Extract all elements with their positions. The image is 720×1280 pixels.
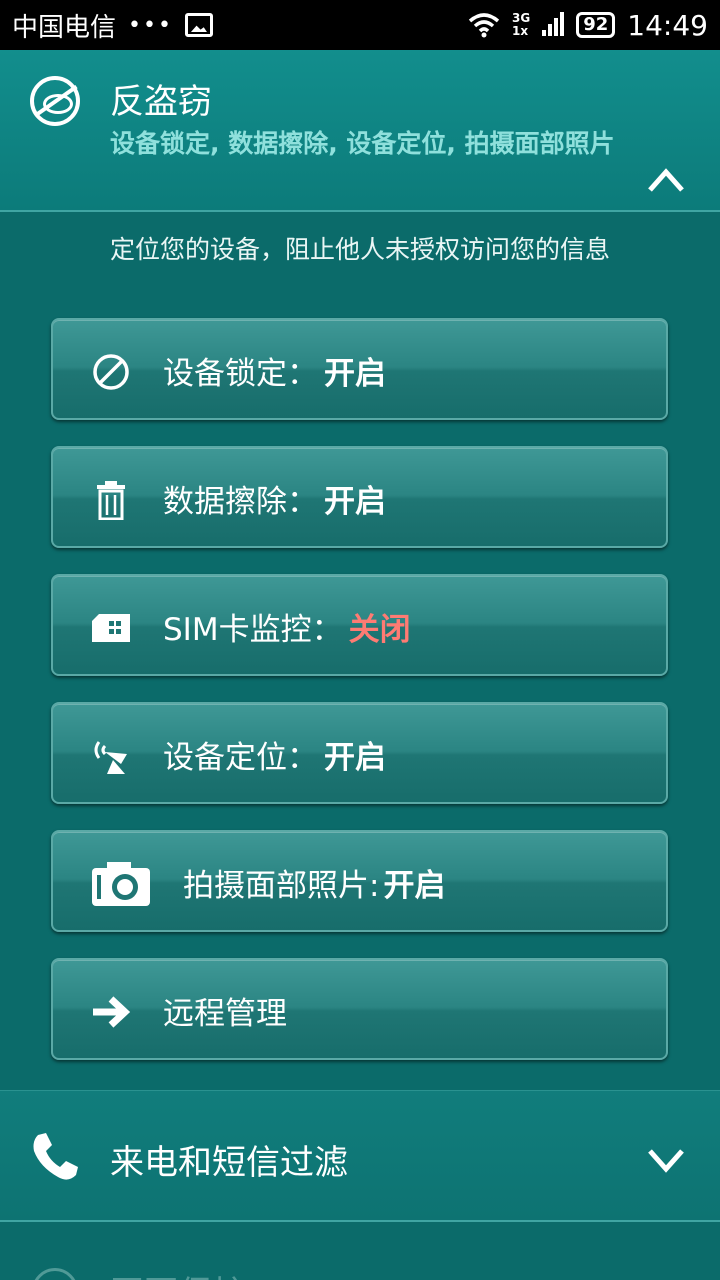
phone-icon xyxy=(33,1133,78,1180)
clock: 14:49 xyxy=(627,8,708,42)
sim-monitor-text: SIM卡监控： 关闭 xyxy=(163,604,411,649)
trash-icon xyxy=(89,478,133,522)
sim-card-icon xyxy=(89,606,133,650)
remote-management-button[interactable]: 远程管理 xyxy=(51,958,668,1060)
anti-theft-header[interactable]: 反盗窃 设备锁定, 数据擦除, 设备定位, 拍摄面部照片 xyxy=(0,50,720,212)
call-sms-filter-title: 来电和短信过滤 xyxy=(110,1143,348,1183)
chevron-down-icon[interactable] xyxy=(648,1141,684,1177)
battery-indicator: 92 xyxy=(576,12,616,38)
anti-theft-description: 定位您的设备，阻止他人未授权访问您的信息 xyxy=(109,235,610,264)
sim-monitor-button[interactable]: SIM卡监控： 关闭 xyxy=(51,574,668,676)
web-protection-title: 网页保护 xyxy=(110,1266,246,1280)
data-wipe-text: 数据擦除： 开启 xyxy=(163,476,386,521)
device-locate-label: 设备定位： xyxy=(163,740,318,776)
anti-theft-title: 反盗窃 xyxy=(110,82,212,122)
anti-theft-icon xyxy=(30,76,80,126)
device-lock-status: 开启 xyxy=(324,356,386,392)
device-lock-label: 设备锁定： xyxy=(163,356,318,392)
camera-icon xyxy=(89,862,153,906)
signal-bars-icon xyxy=(542,12,565,36)
device-lock-text: 设备锁定： 开启 xyxy=(163,348,386,393)
call-sms-filter-header[interactable]: 来电和短信过滤 xyxy=(0,1090,720,1222)
face-photo-button[interactable]: 拍摄面部照片: 开启 xyxy=(51,830,668,932)
face-photo-status: 开启 xyxy=(383,868,446,904)
block-icon xyxy=(89,350,133,394)
anti-theft-subtitle: 设备锁定, 数据擦除, 设备定位, 拍摄面部照片 xyxy=(110,129,615,158)
face-photo-label: 拍摄面部照片: xyxy=(183,868,380,904)
satellite-icon xyxy=(89,734,133,778)
more-notifications-icon: ••• xyxy=(128,12,173,38)
arrow-right-icon xyxy=(89,990,133,1034)
image-notification-icon xyxy=(184,13,213,37)
sim-monitor-label: SIM卡监控： xyxy=(163,612,343,648)
data-wipe-button[interactable]: 数据擦除： 开启 xyxy=(51,446,668,548)
carrier-name: 中国电信 xyxy=(12,12,117,43)
globe-icon xyxy=(32,1268,78,1280)
remote-management-text: 远程管理 xyxy=(163,988,287,1033)
device-locate-text: 设备定位： 开启 xyxy=(163,732,386,777)
face-photo-text: 拍摄面部照片: 开启 xyxy=(183,860,445,905)
device-lock-button[interactable]: 设备锁定： 开启 xyxy=(51,318,668,420)
chevron-up-icon[interactable] xyxy=(648,162,684,198)
network-1x-label: 1x xyxy=(512,24,529,38)
sim-monitor-status: 关闭 xyxy=(348,612,411,648)
device-locate-status: 开启 xyxy=(324,740,386,776)
status-bar: 中国电信 ••• 3G 1x 92 14:49 xyxy=(0,0,720,50)
device-locate-button[interactable]: 设备定位： 开启 xyxy=(51,702,668,804)
data-wipe-status: 开启 xyxy=(324,484,386,520)
remote-management-label: 远程管理 xyxy=(163,996,287,1032)
signal-indicator: 3G 1x xyxy=(512,12,530,38)
wifi-icon xyxy=(468,13,500,38)
web-protection-header[interactable]: 网页保护 xyxy=(0,1224,720,1280)
data-wipe-label: 数据擦除： xyxy=(163,484,318,520)
